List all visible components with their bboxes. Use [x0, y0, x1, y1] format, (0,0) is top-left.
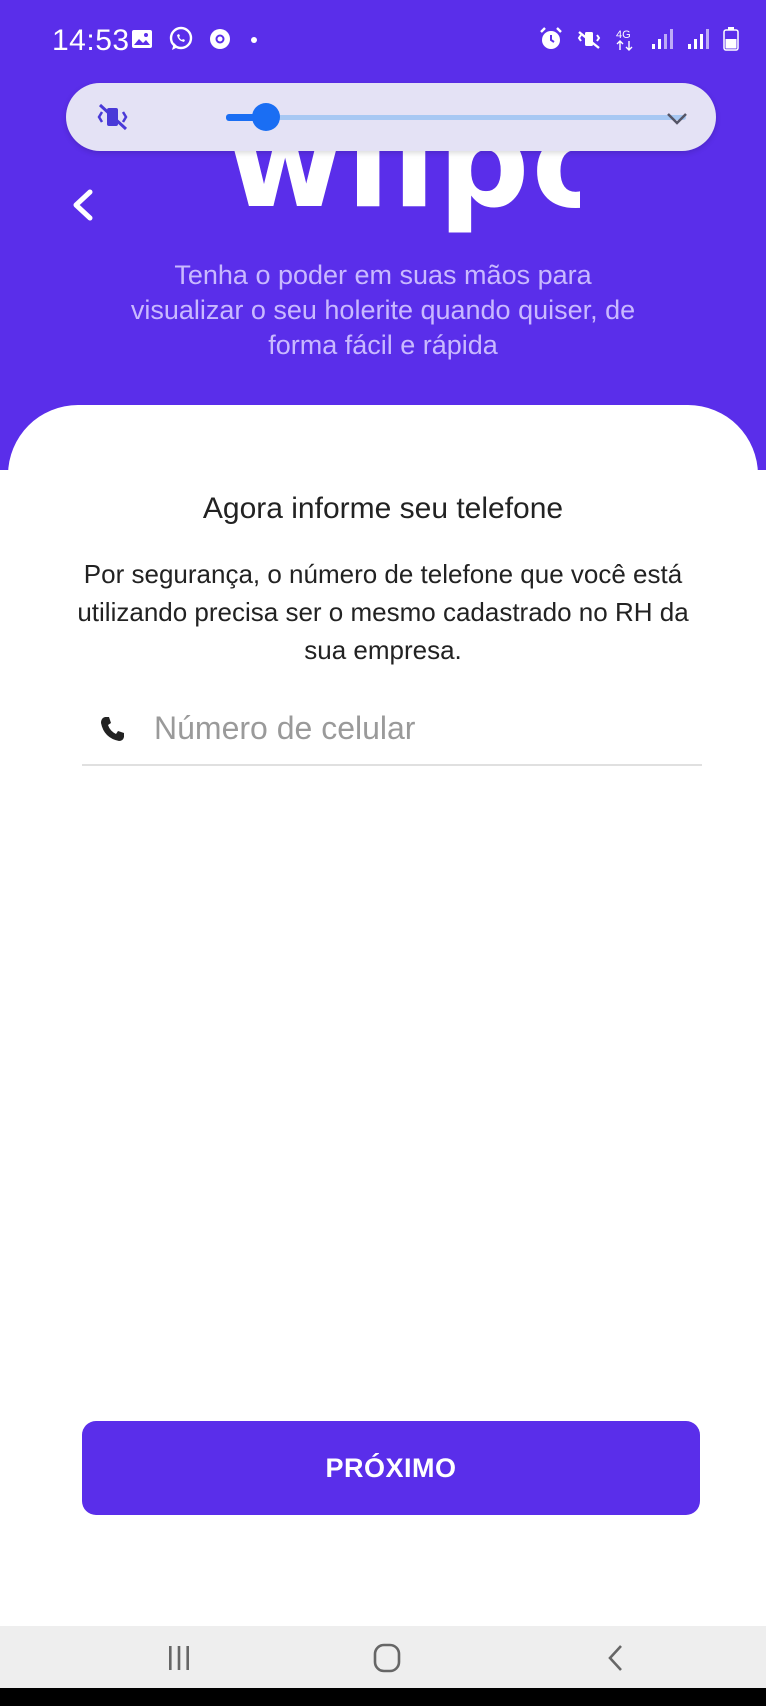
svg-text:4G: 4G [616, 29, 631, 41]
signal-icon [688, 29, 709, 49]
next-button[interactable]: PRÓXIMO [82, 1421, 700, 1515]
bottom-bezel [0, 1688, 766, 1706]
signal-icon [652, 29, 673, 49]
dot-icon [251, 37, 257, 43]
nav-bar [0, 1626, 766, 1688]
form-title: Agora informe seu telefone [202, 492, 564, 525]
status-right-icons: 4G [538, 26, 740, 52]
battery-icon [723, 27, 739, 51]
status-time: 14:53 [52, 24, 130, 57]
phone-icon [101, 717, 124, 741]
vibrate-icon [577, 31, 601, 49]
volume-panel[interactable] [66, 83, 716, 151]
status-bar: 14:53 4G [0, 0, 766, 80]
vibrate-mute-icon[interactable] [96, 101, 130, 133]
header-tagline: Tenha o poder em suas mãos para visualiz… [130, 260, 636, 360]
chevron-left-icon[interactable] [62, 180, 106, 230]
header: 14:53 4G wiipo Tenha o poder em suas mão… [0, 0, 766, 470]
phone-field[interactable] [82, 700, 702, 766]
chrome-icon [210, 29, 230, 49]
back-icon[interactable] [600, 1642, 634, 1674]
volume-slider-track[interactable] [226, 115, 686, 120]
network-4g-icon: 4G [616, 29, 633, 51]
screen: 14:53 4G wiipo Tenha o poder em suas mão… [0, 0, 766, 1706]
home-icon[interactable] [370, 1642, 404, 1674]
chevron-down-icon[interactable] [662, 103, 692, 133]
recents-icon[interactable] [162, 1642, 196, 1674]
gallery-icon [132, 30, 152, 48]
phone-input[interactable] [154, 706, 674, 750]
whatsapp-icon [169, 26, 193, 50]
alarm-icon [540, 27, 562, 49]
form-description: Por segurança, o número de telefone que … [77, 559, 689, 665]
volume-slider-thumb[interactable] [252, 103, 280, 131]
status-left-icons [130, 26, 262, 52]
